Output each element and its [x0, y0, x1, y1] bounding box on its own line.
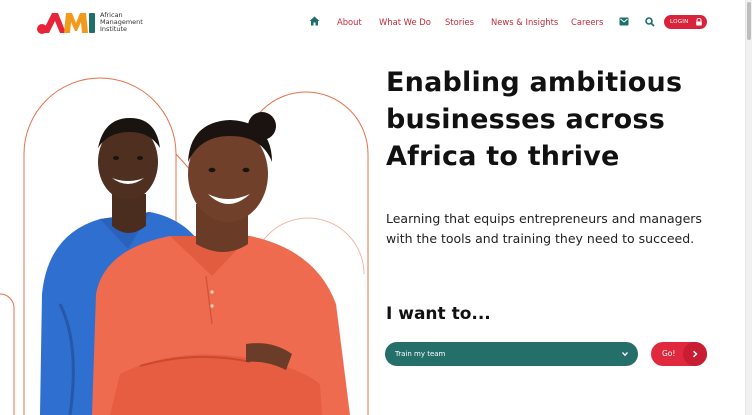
- hero-image: [0, 44, 372, 415]
- goal-select[interactable]: Train my team: [385, 342, 638, 366]
- chevron-down-icon: [621, 352, 629, 357]
- logo-line-3: Institute: [100, 25, 127, 33]
- go-arrow: [683, 342, 707, 366]
- cta-heading: I want to...: [386, 304, 491, 324]
- search-icon[interactable]: [645, 17, 655, 27]
- nav-item-news-insights[interactable]: News & Insights: [491, 14, 558, 30]
- login-button[interactable]: LOGIN: [664, 15, 707, 29]
- nav-item-what-we-do[interactable]: What We Do: [379, 14, 431, 30]
- logo-mark: [37, 13, 95, 34]
- go-button[interactable]: Go!: [651, 342, 707, 366]
- nav-item-careers[interactable]: Careers: [571, 14, 603, 30]
- hero-headline: Enabling ambitious businesses across Afr…: [386, 67, 683, 172]
- logo[interactable]: African Management Institute: [36, 9, 156, 37]
- site-header: African Management Institute About What …: [0, 0, 745, 44]
- scrollbar-thumb[interactable]: [747, 2, 751, 40]
- nav-item-stories[interactable]: Stories: [445, 14, 474, 30]
- go-button-label: Go!: [662, 349, 676, 358]
- hero-photo-illustration: [0, 77, 369, 415]
- nav-item-about[interactable]: About: [337, 14, 362, 30]
- lock-icon: [696, 18, 702, 26]
- hero-subtext: Learning that equips entrepreneurs and m…: [386, 211, 702, 246]
- home-icon[interactable]: [309, 16, 320, 26]
- chevron-right-icon: [692, 350, 698, 358]
- logo-text: African Management Institute: [100, 12, 143, 33]
- mail-icon[interactable]: [619, 17, 629, 26]
- goal-select-value: Train my team: [395, 350, 446, 358]
- page-scrollbar[interactable]: [745, 0, 752, 415]
- login-label: LOGIN: [670, 19, 689, 25]
